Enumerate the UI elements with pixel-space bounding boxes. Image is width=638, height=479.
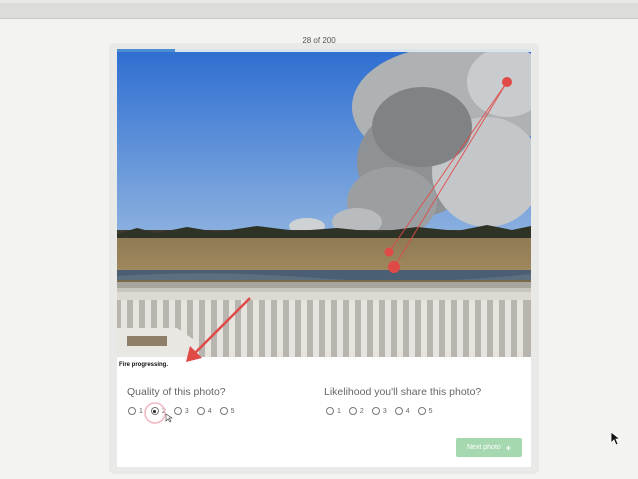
quality-radio-3[interactable]: [173, 407, 182, 415]
share-radio-1[interactable]: [326, 407, 334, 415]
quality-option-5[interactable]: 5: [219, 407, 235, 415]
quality-options: 1 2 3 4 5: [128, 407, 243, 415]
plus-icon: +: [505, 442, 512, 453]
share-options: 1 2 3 4 5: [326, 407, 441, 415]
next-photo-button[interactable]: Next photo +: [456, 438, 522, 457]
share-question-title: Likelihood you'll share this photo?: [324, 386, 482, 398]
photo-caption: Fire progressing.: [119, 362, 169, 368]
mouse-pointer-icon: [611, 432, 621, 446]
share-radio-3[interactable]: [371, 407, 380, 415]
share-option-1[interactable]: 1: [326, 407, 341, 415]
share-radio-2[interactable]: [348, 407, 357, 415]
quality-radio-4[interactable]: [196, 407, 205, 415]
survey-card: Fire progressing. Quality of this photo?…: [109, 43, 539, 474]
browser-top-bar: [0, 0, 638, 19]
quality-question-title: Quality of this photo?: [127, 386, 226, 398]
survey-photo: [117, 52, 531, 357]
next-photo-label: Next photo: [466, 444, 501, 451]
quality-option-3[interactable]: 3: [173, 407, 189, 415]
share-option-2[interactable]: 2: [348, 407, 364, 415]
share-option-5[interactable]: 5: [417, 407, 433, 415]
share-option-4[interactable]: 4: [394, 407, 410, 415]
quality-option-1[interactable]: 1: [128, 407, 143, 415]
quality-radio-1[interactable]: [128, 407, 136, 415]
survey-card-inner: Fire progressing. Quality of this photo?…: [117, 49, 531, 467]
quality-radio-2[interactable]: [150, 407, 159, 415]
share-radio-5[interactable]: [417, 407, 426, 415]
share-radio-4[interactable]: [394, 407, 403, 415]
quality-option-4[interactable]: 4: [196, 407, 212, 415]
quality-radio-5[interactable]: [219, 407, 228, 415]
share-option-3[interactable]: 3: [371, 407, 387, 415]
quality-option-2[interactable]: 2: [150, 407, 166, 415]
